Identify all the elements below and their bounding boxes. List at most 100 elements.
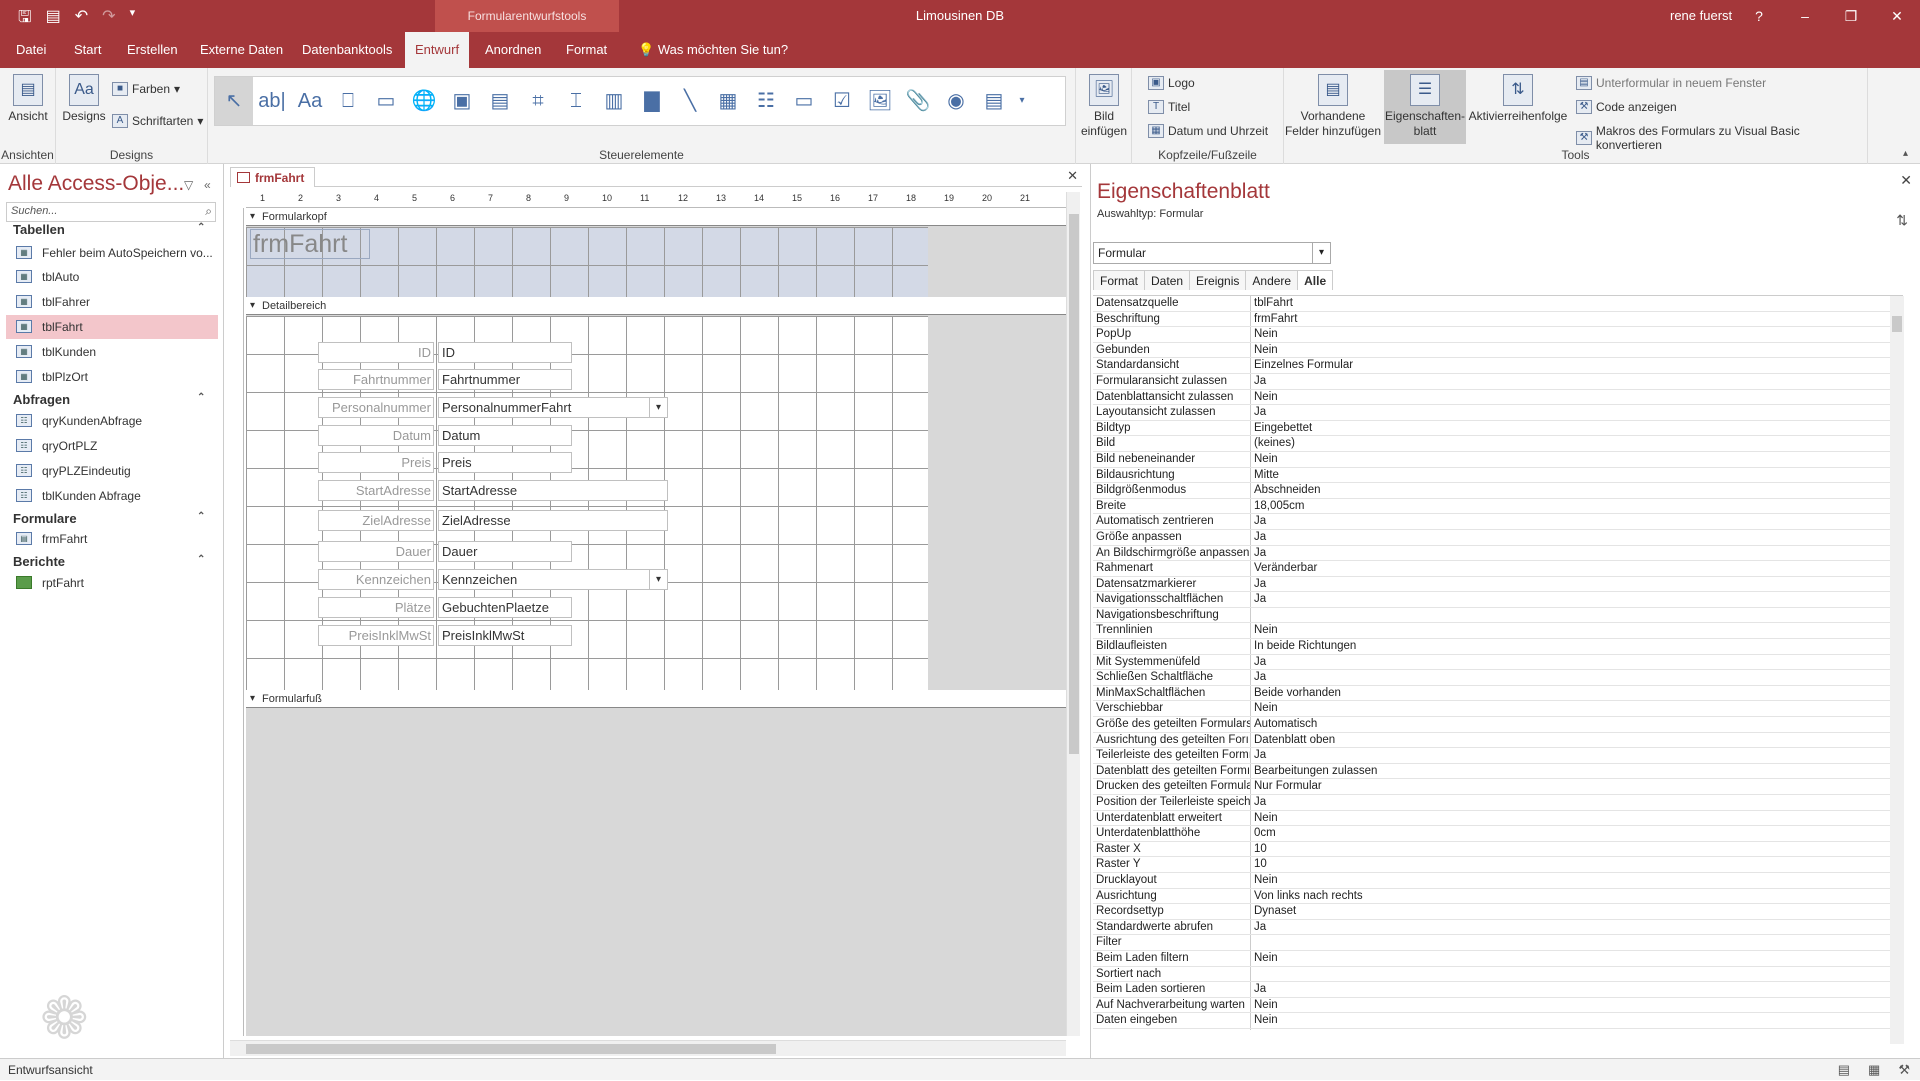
field-textbox-dauer[interactable]: Dauer: [438, 541, 572, 562]
band-formularfuss[interactable]: Formularfuß: [246, 690, 1066, 708]
field-label-id[interactable]: ID: [318, 342, 434, 363]
property-value[interactable]: Dynaset: [1251, 904, 1903, 919]
property-row[interactable]: Bild (keines): [1093, 436, 1903, 452]
tab-entwurf[interactable]: Entwurf: [405, 32, 470, 68]
property-row[interactable]: Größe des geteilten Formulars Automatisch: [1093, 717, 1903, 733]
tab-format[interactable]: Format: [556, 32, 617, 68]
property-row[interactable]: Position der Teilerleiste speich Ja: [1093, 795, 1903, 811]
prop-tab-ereignis[interactable]: Ereignis: [1189, 270, 1247, 290]
eigenschaftenblatt-button[interactable]: ☰ Eigenschaften-blatt: [1384, 70, 1466, 144]
bild-einfuegen-button[interactable]: 🖼 Bild einfügen: [1080, 74, 1128, 139]
property-row[interactable]: Standardwerte abrufen Ja: [1093, 919, 1903, 936]
property-value[interactable]: Ja: [1251, 670, 1903, 685]
search-icon[interactable]: ⌕: [205, 204, 212, 219]
scroll-thumb[interactable]: [246, 1044, 776, 1054]
property-row[interactable]: Sortiert nach: [1093, 966, 1903, 983]
property-value[interactable]: Ja: [1251, 1029, 1903, 1031]
property-value[interactable]: Nein: [1251, 327, 1903, 342]
property-value[interactable]: Datenblatt oben: [1251, 733, 1903, 748]
property-row[interactable]: Drucklayout Nein: [1093, 872, 1903, 889]
property-value[interactable]: Bearbeitungen zulassen: [1251, 764, 1903, 779]
prop-tab-daten[interactable]: Daten: [1144, 270, 1191, 290]
property-row[interactable]: Beim Laden sortieren Ja: [1093, 982, 1903, 998]
field-label-personalnummer[interactable]: Personalnummer: [318, 397, 434, 418]
property-row[interactable]: Daten eingeben Nein: [1093, 1013, 1903, 1029]
chevron-down-icon[interactable]: ▾: [649, 398, 667, 417]
tab-control-icon[interactable]: ▭: [367, 77, 405, 125]
doc-tab-frmfahrt[interactable]: frmFahrt: [230, 167, 316, 187]
checkbox-icon[interactable]: ☑: [823, 77, 861, 125]
nav-item[interactable]: ☷ qryKundenAbfrage: [6, 409, 218, 433]
property-row[interactable]: PopUp Nein: [1093, 327, 1903, 343]
property-value[interactable]: Ja: [1251, 795, 1903, 810]
option-button-icon[interactable]: ◉: [937, 77, 975, 125]
scroll-thumb[interactable]: [1069, 214, 1079, 754]
image-icon[interactable]: 🖼: [861, 77, 899, 125]
property-row[interactable]: Beschriftung frmFahrt: [1093, 311, 1903, 328]
property-value[interactable]: Ja: [1251, 405, 1903, 420]
header-grid[interactable]: frmFahrt: [246, 227, 928, 297]
sort-icon[interactable]: ⇅: [1896, 212, 1908, 229]
nav-item[interactable]: ▤ frmFahrt: [6, 527, 218, 551]
property-value[interactable]: Nein: [1251, 452, 1903, 467]
web-browser-icon[interactable]: ▣: [443, 77, 481, 125]
select-pointer-icon[interactable]: ↖: [215, 77, 253, 125]
tab-start[interactable]: Start: [64, 32, 111, 68]
property-row[interactable]: Bildtyp Eingebettet: [1093, 420, 1903, 437]
datum-uhrzeit-button[interactable]: ▦ Datum und Uhrzeit: [1148, 124, 1268, 138]
tab-externe-daten[interactable]: Externe Daten: [190, 32, 293, 68]
property-value[interactable]: In beide Richtungen: [1251, 639, 1903, 654]
property-value[interactable]: Beide vorhanden: [1251, 686, 1903, 701]
nav-item[interactable]: ▦ tblKunden: [6, 340, 218, 364]
property-value[interactable]: Nein: [1251, 873, 1903, 888]
customize-qat-icon[interactable]: ▾: [130, 6, 136, 33]
button-icon[interactable]: ⎕: [329, 77, 367, 125]
user-name[interactable]: rene fuerst: [1670, 0, 1732, 32]
band-detailbereich[interactable]: Detailbereich: [246, 297, 1066, 315]
rectangle-icon[interactable]: ▭: [785, 77, 823, 125]
page-break-icon[interactable]: ⌶: [557, 77, 595, 125]
property-value[interactable]: Von links nach rechts: [1251, 889, 1903, 904]
close-property-sheet-icon[interactable]: ✕: [1900, 172, 1912, 189]
field-label-plaetze[interactable]: Plätze: [318, 597, 434, 618]
code-anzeigen-button[interactable]: ⚒ Code anzeigen: [1576, 100, 1677, 114]
nav-section-formulare[interactable]: Formulare ⌃: [13, 511, 205, 526]
hyperlink-icon[interactable]: 🌐: [405, 77, 443, 125]
tab-erstellen[interactable]: Erstellen: [117, 32, 188, 68]
prop-tab-andere[interactable]: Andere: [1245, 270, 1299, 290]
label-icon[interactable]: Aa: [291, 77, 329, 125]
property-value[interactable]: Ja: [1251, 530, 1903, 545]
property-value[interactable]: Einzelnes Formular: [1251, 358, 1903, 373]
chevron-down-icon[interactable]: ▾: [649, 570, 667, 589]
property-value[interactable]: Ja: [1251, 546, 1903, 561]
nav-section-tabellen[interactable]: Tabellen ⌃: [13, 222, 205, 237]
property-row[interactable]: Verschiebbar Nein: [1093, 701, 1903, 718]
aktivierreihenfolge-button[interactable]: ⇅ Aktivierreihenfolge: [1468, 74, 1568, 124]
band-formularkopf[interactable]: Formularkopf: [246, 208, 1066, 226]
property-row[interactable]: Mit Systemmenüfeld Ja: [1093, 654, 1903, 671]
field-textbox-startadresse[interactable]: StartAdresse: [438, 480, 668, 501]
property-value[interactable]: 10: [1251, 857, 1903, 872]
property-value[interactable]: Automatisch: [1251, 717, 1903, 732]
field-textbox-gebuchtenplaetze[interactable]: GebuchtenPlaetze: [438, 597, 572, 618]
field-label-kennzeichen[interactable]: Kennzeichen: [318, 569, 434, 590]
field-textbox-datum[interactable]: Datum: [438, 425, 572, 446]
property-row[interactable]: Ausrichtung Von links nach rechts: [1093, 888, 1903, 905]
property-value[interactable]: Ja: [1251, 982, 1903, 997]
property-row[interactable]: Auf Nachverarbeitung warten Nein: [1093, 997, 1903, 1014]
minimize-button[interactable]: –: [1782, 0, 1828, 32]
nav-item[interactable]: rptFahrt: [6, 571, 218, 595]
gallery-more-icon[interactable]: ▾: [1013, 77, 1031, 125]
tab-datenbanktools[interactable]: Datenbanktools: [292, 32, 402, 68]
property-value[interactable]: [1251, 967, 1903, 982]
nav-search-input[interactable]: Suchen... ⌕: [6, 202, 216, 222]
form-design-surface[interactable]: Formularkopf frmFahrt Detailbereich ID I…: [246, 208, 1066, 1036]
design-vertical-scrollbar[interactable]: [1066, 192, 1080, 1036]
option-group-icon[interactable]: ⌗: [519, 77, 557, 125]
property-value[interactable]: Eingebettet: [1251, 421, 1903, 436]
field-label-zieladresse[interactable]: ZielAdresse: [318, 510, 434, 531]
field-label-preisinklmwst[interactable]: PreisInklMwSt: [318, 625, 434, 646]
property-row[interactable]: Recordsettyp Dynaset: [1093, 904, 1903, 920]
chevron-down-icon[interactable]: ▾: [1312, 243, 1330, 263]
property-value[interactable]: Ja: [1251, 514, 1903, 529]
